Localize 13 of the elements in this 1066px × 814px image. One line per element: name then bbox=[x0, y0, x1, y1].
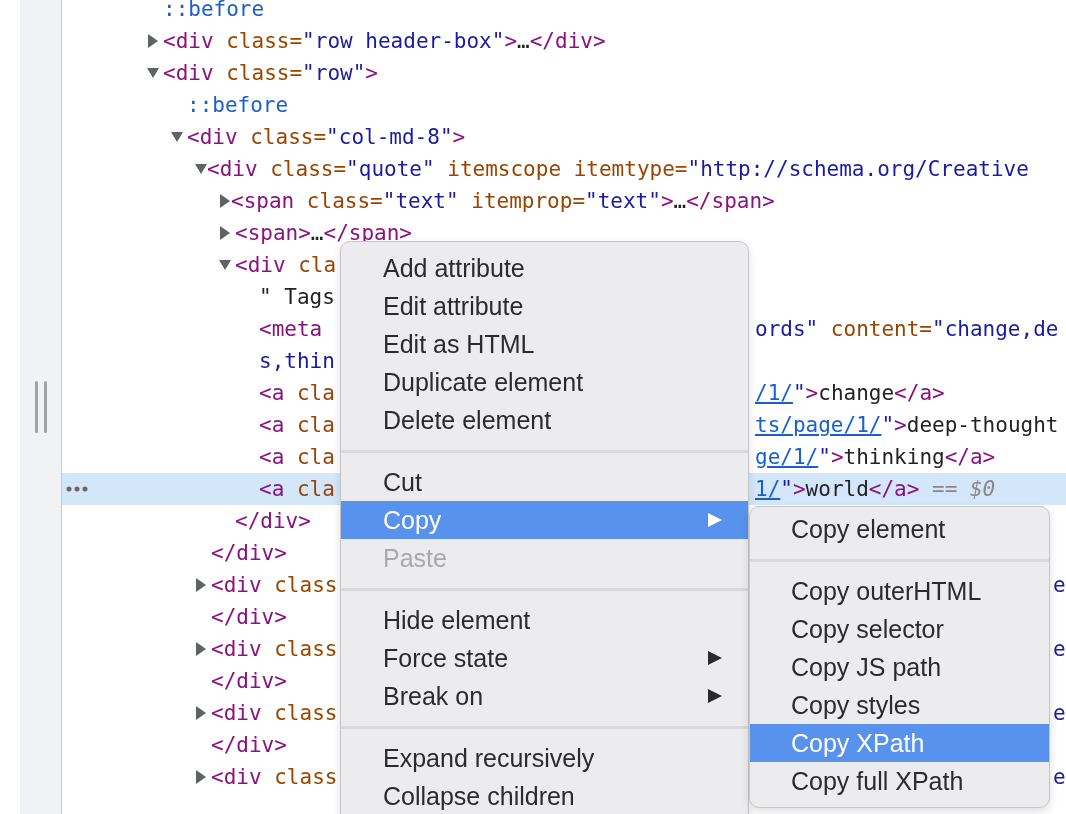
code-line-end: ts/page/1/">deep-thought bbox=[755, 413, 1059, 437]
code-line-end: e bbox=[1053, 637, 1066, 661]
code-line-end: e bbox=[1053, 701, 1066, 725]
code-line: </div> bbox=[211, 605, 287, 629]
code-line: </div> bbox=[211, 733, 287, 757]
code-line-end: e bbox=[1053, 573, 1066, 597]
code-line-end: e bbox=[1053, 765, 1066, 789]
code-line: s,thin bbox=[259, 349, 335, 373]
code-line-end: 1/">world</a> == $0 bbox=[755, 477, 996, 501]
code-line: </div> bbox=[211, 669, 287, 693]
code-line-end: ords" content="change,de bbox=[755, 317, 1059, 341]
code-line-end: /1/">change</a> bbox=[755, 381, 945, 405]
code-line-end: ge/1/">thinking</a> bbox=[755, 445, 996, 469]
